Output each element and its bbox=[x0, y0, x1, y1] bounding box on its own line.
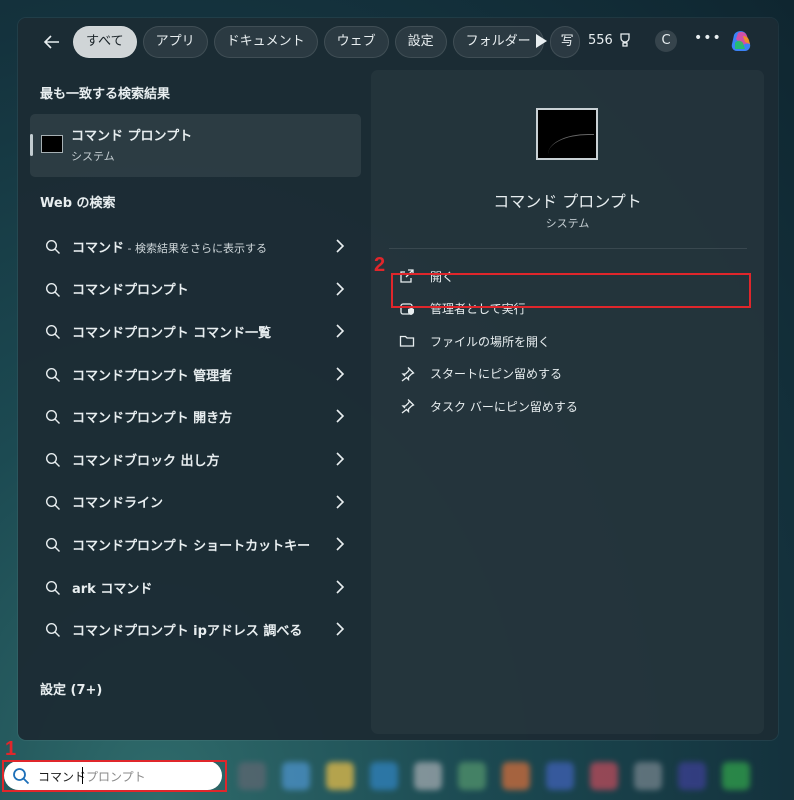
web-result-label: コマンドプロンプト 開き方 bbox=[72, 411, 233, 427]
trophy-icon bbox=[620, 33, 630, 47]
pin-icon bbox=[399, 366, 415, 386]
web-results: コマンド - 検索結果をさらに表示する コマンドプロンプトコマンドプロンプト コマ… bbox=[30, 225, 361, 651]
web-result-label: コマンドプロンプト ショートカットキー bbox=[72, 538, 311, 554]
action-label: ファイルの場所を開く bbox=[430, 334, 551, 349]
web-result-label: コマンド - 検索結果をさらに表示する bbox=[72, 240, 267, 256]
action-label: タスク バーにピン留めする bbox=[430, 399, 578, 414]
search-icon bbox=[45, 622, 61, 642]
taskbar-app-icon[interactable] bbox=[502, 762, 530, 790]
taskbar-app-icon[interactable] bbox=[414, 762, 442, 790]
filter-apps[interactable]: アプリ bbox=[142, 26, 208, 58]
chevron-right-icon[interactable] bbox=[335, 536, 345, 555]
web-result-item[interactable]: コマンドプロンプト コマンド一覧 bbox=[30, 310, 361, 353]
scroll-filters-button[interactable] bbox=[534, 33, 548, 53]
search-icon bbox=[45, 580, 61, 600]
command-prompt-large-icon bbox=[536, 108, 598, 160]
web-result-item[interactable]: コマンドプロンプト 管理者 bbox=[30, 353, 361, 396]
taskbar-app-icon[interactable] bbox=[590, 762, 618, 790]
chevron-right-icon[interactable] bbox=[335, 579, 345, 598]
web-result-item[interactable]: ark コマンド bbox=[30, 566, 361, 609]
copilot-icon[interactable] bbox=[727, 27, 757, 57]
web-result-item[interactable]: コマンドプロンプト 開き方 bbox=[30, 395, 361, 438]
filter-photos[interactable]: 写 bbox=[549, 26, 580, 58]
taskbar-app-icon[interactable] bbox=[634, 762, 662, 790]
taskbar-app-icon[interactable] bbox=[282, 762, 310, 790]
divider bbox=[389, 248, 747, 249]
account-avatar[interactable]: C bbox=[655, 30, 677, 52]
taskbar-app-icon[interactable] bbox=[238, 762, 266, 790]
web-result-item[interactable]: コマンドプロンプト ショートカットキー bbox=[30, 523, 361, 566]
search-icon bbox=[45, 282, 61, 302]
web-result-item[interactable]: コマンド - 検索結果をさらに表示する bbox=[30, 225, 361, 268]
chevron-right-icon[interactable] bbox=[335, 451, 345, 470]
web-result-label: ark コマンド bbox=[72, 581, 153, 597]
chevron-right-icon[interactable] bbox=[335, 281, 345, 300]
filter-web[interactable]: ウェブ bbox=[323, 26, 389, 58]
points-value: 556 bbox=[588, 32, 613, 48]
taskbar-app-icon[interactable] bbox=[546, 762, 574, 790]
search-icon bbox=[45, 367, 61, 387]
web-result-item[interactable]: コマンドライン bbox=[30, 481, 361, 524]
search-panel: すべて アプリ ドキュメント ウェブ 設定 フォルダー 写 556 C ••• … bbox=[18, 18, 778, 740]
taskbar-app-icon[interactable] bbox=[678, 762, 706, 790]
callout-number-1: 1 bbox=[5, 738, 17, 760]
callout-box-open bbox=[391, 273, 751, 308]
rewards-points[interactable]: 556 bbox=[588, 32, 633, 48]
best-match-heading: 最も一致する検索結果 bbox=[40, 87, 171, 102]
web-result-item[interactable]: コマンドプロンプト bbox=[30, 268, 361, 311]
search-icon bbox=[45, 452, 61, 472]
folder-icon bbox=[399, 333, 415, 353]
web-result-item[interactable]: コマンドプロンプト ipアドレス 調べる bbox=[30, 608, 361, 651]
callout-box-search bbox=[2, 760, 227, 792]
play-icon bbox=[536, 34, 547, 48]
best-match-subtitle: システム bbox=[71, 150, 115, 163]
filter-documents[interactable]: ドキュメント bbox=[213, 26, 318, 58]
command-prompt-icon bbox=[41, 135, 63, 153]
web-result-label: コマンドブロック 出し方 bbox=[72, 453, 220, 469]
taskbar-app-icon[interactable] bbox=[458, 762, 486, 790]
web-search-heading: Web の検索 bbox=[40, 196, 116, 211]
chevron-right-icon[interactable] bbox=[335, 238, 345, 257]
web-result-item[interactable]: コマンドブロック 出し方 bbox=[30, 438, 361, 481]
more-options-button[interactable]: ••• bbox=[694, 30, 722, 46]
filter-all[interactable]: すべて bbox=[73, 26, 137, 58]
web-result-label: コマンドライン bbox=[72, 496, 164, 512]
web-result-label: コマンドプロンプト 管理者 bbox=[72, 368, 233, 384]
callout-number-2: 2 bbox=[374, 254, 386, 276]
taskbar-app-icon[interactable] bbox=[370, 762, 398, 790]
web-result-label: コマンドプロンプト bbox=[72, 283, 189, 299]
taskbar-apps bbox=[238, 762, 750, 790]
best-match-item[interactable]: コマンド プロンプト システム bbox=[30, 114, 361, 177]
filter-folders[interactable]: フォルダー bbox=[452, 26, 544, 58]
filter-bar: すべて アプリ ドキュメント ウェブ 設定 フォルダー 写 556 C ••• bbox=[18, 18, 778, 66]
arrow-left-icon bbox=[43, 35, 59, 49]
chevron-right-icon[interactable] bbox=[335, 408, 345, 427]
best-match-title: コマンド プロンプト bbox=[71, 129, 193, 144]
action-item[interactable]: ファイルの場所を開く bbox=[387, 325, 752, 358]
detail-pane: コマンド プロンプト システム 開く 管理者として実行 ファイルの場所を開く スタート… bbox=[371, 70, 764, 734]
chevron-right-icon[interactable] bbox=[335, 494, 345, 513]
search-icon bbox=[45, 239, 61, 259]
action-item[interactable]: タスク バーにピン留めする bbox=[387, 390, 752, 423]
back-button[interactable] bbox=[38, 28, 66, 56]
chevron-right-icon[interactable] bbox=[335, 366, 345, 385]
settings-heading[interactable]: 設定 (7+) bbox=[40, 679, 102, 698]
search-icon bbox=[45, 324, 61, 344]
chevron-right-icon[interactable] bbox=[335, 323, 345, 342]
taskbar-app-icon[interactable] bbox=[326, 762, 354, 790]
pin-icon bbox=[399, 398, 415, 418]
selection-indicator bbox=[30, 134, 33, 156]
detail-title: コマンド プロンプト bbox=[493, 192, 642, 211]
detail-subtitle: システム bbox=[545, 217, 590, 230]
taskbar-app-icon[interactable] bbox=[722, 762, 750, 790]
search-icon bbox=[45, 495, 61, 515]
action-label: スタートにピン留めする bbox=[430, 367, 563, 382]
search-icon bbox=[45, 537, 61, 557]
search-icon bbox=[45, 409, 61, 429]
web-result-label: コマンドプロンプト ipアドレス 調べる bbox=[72, 624, 303, 640]
action-item[interactable]: スタートにピン留めする bbox=[387, 358, 752, 391]
web-result-label: コマンドプロンプト コマンド一覧 bbox=[72, 325, 272, 341]
filter-settings[interactable]: 設定 bbox=[394, 26, 447, 58]
chevron-right-icon[interactable] bbox=[335, 621, 345, 640]
